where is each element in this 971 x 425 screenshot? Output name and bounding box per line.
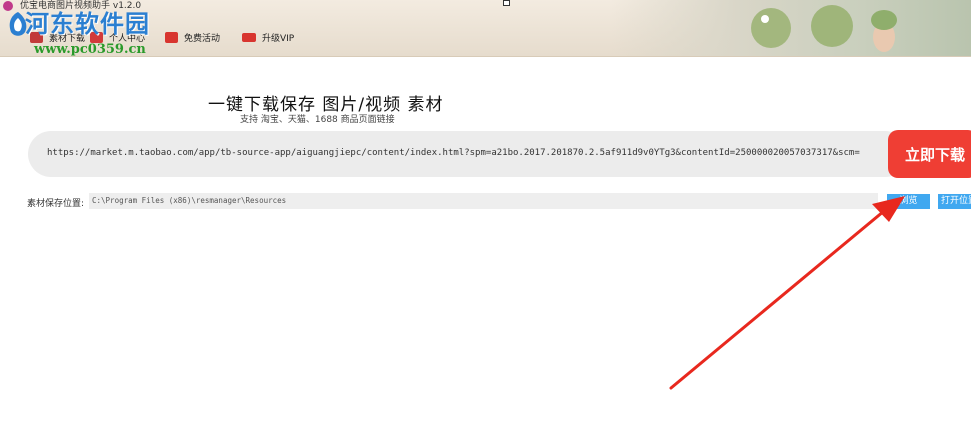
- annotation-arrow: [669, 196, 905, 390]
- annotation-arrow-shaft: [669, 204, 892, 390]
